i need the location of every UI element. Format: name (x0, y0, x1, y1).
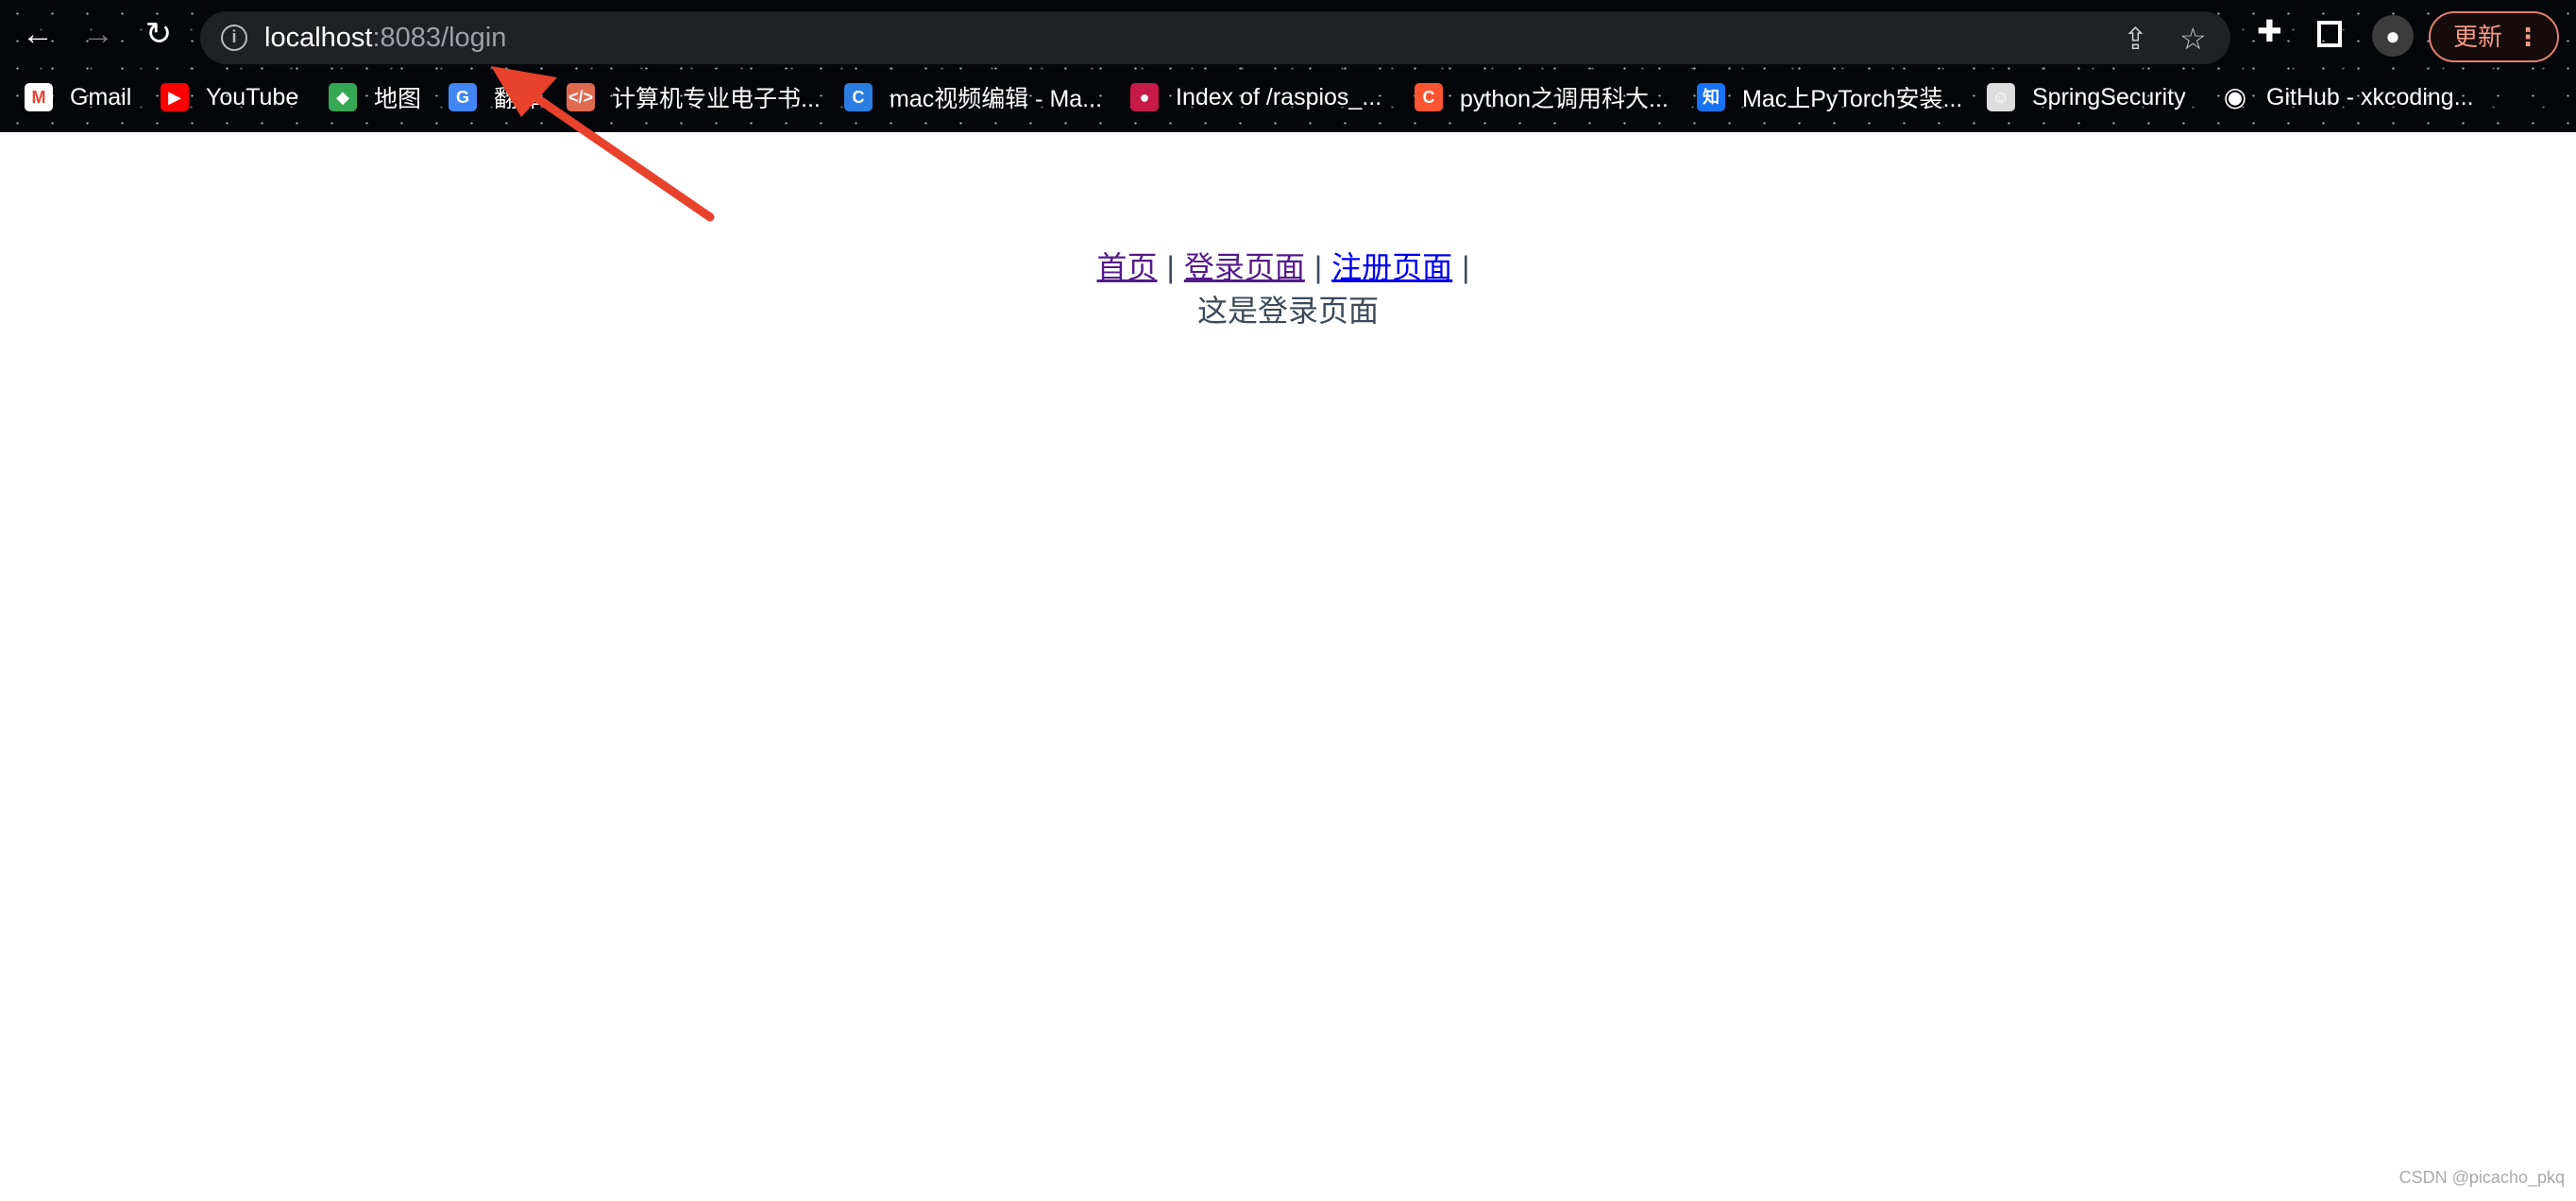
arrow-shaft (524, 88, 715, 222)
annotation-arrow (491, 66, 715, 222)
page-message: 这是登录页面 (1196, 294, 1379, 328)
watermark: CSDN @picacho_pkq (2398, 1168, 2565, 1187)
